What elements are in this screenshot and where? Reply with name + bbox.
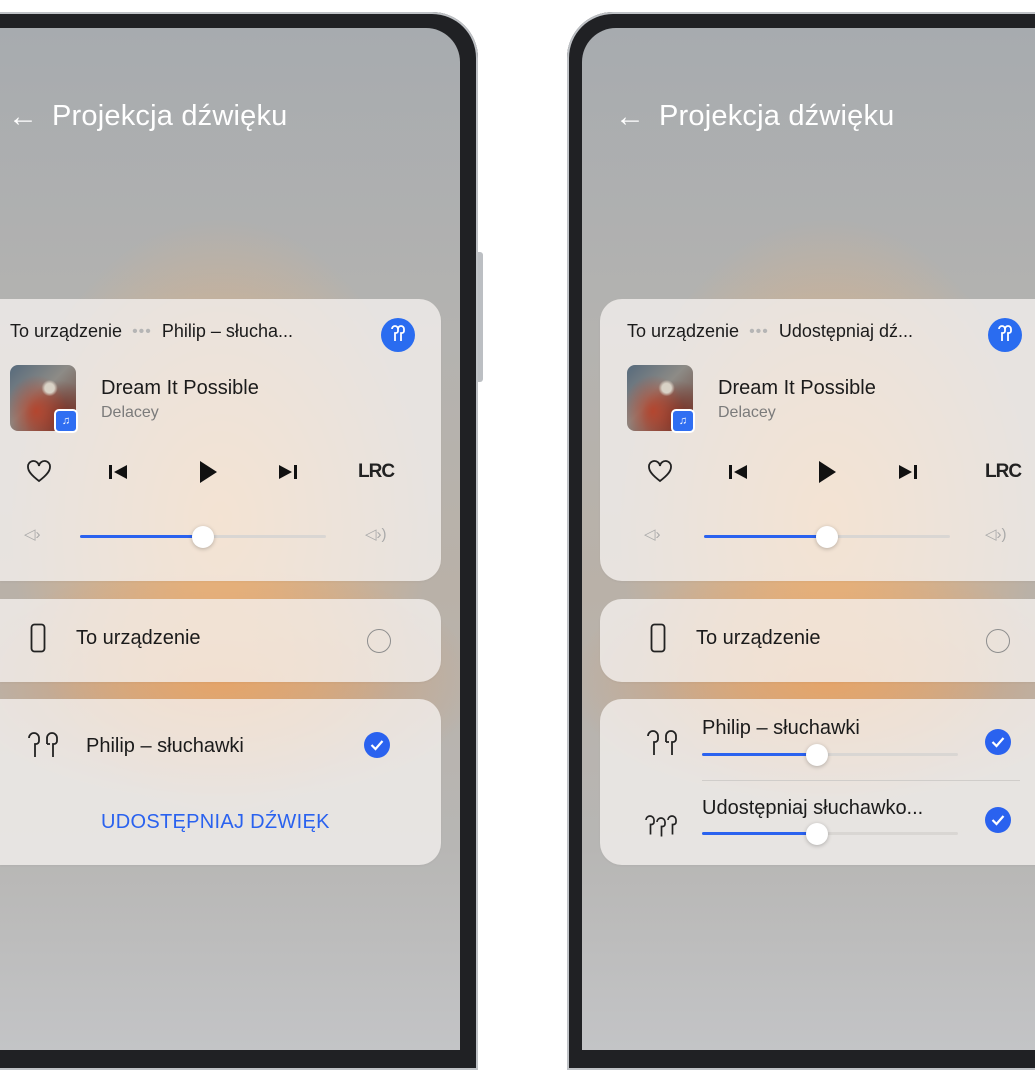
device-shared-row[interactable]: Udostępniaj słuchawko... <box>702 797 923 820</box>
shared-volume-slider[interactable] <box>702 823 958 845</box>
device-headphones-row[interactable]: Philip – słuchawki <box>702 717 860 740</box>
title-bar: ← Projekcja dźwięku <box>8 100 288 133</box>
previous-track-icon[interactable] <box>107 457 129 487</box>
arrow-left-icon[interactable]: ← <box>8 101 38 132</box>
shared-volume-track <box>702 823 958 845</box>
earbuds-icon[interactable] <box>988 318 1022 352</box>
shared-volume-knob[interactable] <box>806 823 829 845</box>
device-headphones-card: Philip – słuchawki UDOSTĘPNIAJ DŹWIĘK <box>0 699 441 865</box>
song-title: Dream It Possible <box>718 377 876 399</box>
album-art[interactable]: ♫ <box>627 365 695 433</box>
device-this-card[interactable]: To urządzenie <box>0 599 441 682</box>
player-card: To urządzenie ••• Udostępniaj dź... ♫ Dr… <box>600 299 1035 581</box>
headphones-volume-knob[interactable] <box>806 744 829 766</box>
route-separator: ••• <box>132 322 152 340</box>
volume-knob[interactable] <box>816 526 838 548</box>
volume-row: ◁› ◁›) <box>0 525 441 548</box>
song-info: Dream It Possible Delacey <box>718 377 876 422</box>
left-phone: ← Projekcja dźwięku To urządzenie ••• Ph… <box>0 0 483 1070</box>
artist-name: Delacey <box>718 404 776 421</box>
device-headphones-label: Philip – słuchawki <box>86 734 244 757</box>
device-this-label: To urządzenie <box>696 626 821 649</box>
device-headphones-row[interactable]: Philip – słuchawki <box>26 731 244 761</box>
screen: ← Projekcja dźwięku To urządzenie ••• Ph… <box>0 28 460 1050</box>
heart-icon[interactable] <box>26 457 52 487</box>
play-icon[interactable] <box>197 457 219 487</box>
volume-fill <box>704 535 827 538</box>
earbuds-icon[interactable] <box>381 318 415 352</box>
route-to: Philip – słucha... <box>161 321 293 341</box>
phone-icon <box>30 623 46 653</box>
divider <box>702 780 1020 781</box>
device-this-radio[interactable] <box>367 629 391 653</box>
volume-row: ◁› ◁›) <box>600 525 1035 548</box>
route-line: To urządzenie ••• Philip – słucha... <box>10 321 293 342</box>
headphones-volume-slider[interactable] <box>702 744 958 766</box>
previous-track-icon[interactable] <box>727 457 749 487</box>
next-track-icon[interactable] <box>897 457 919 487</box>
playback-controls: LRC <box>600 457 1035 487</box>
checkmark-icon[interactable] <box>985 807 1011 833</box>
page-title: Projekcja dźwięku <box>659 100 895 132</box>
route-to: Udostępniaj dź... <box>778 321 913 341</box>
title-bar: ← Projekcja dźwięku <box>615 100 895 133</box>
device-this-row: To urządzenie <box>650 623 821 653</box>
volume-fill <box>80 535 203 538</box>
lyrics-button[interactable]: LRC <box>358 457 395 487</box>
volume-knob[interactable] <box>192 526 214 548</box>
page-title: Projekcja dźwięku <box>52 100 288 132</box>
shared-volume-fill <box>702 832 818 835</box>
artist-name: Delacey <box>101 404 159 421</box>
headphones-volume-track <box>702 744 958 766</box>
next-track-icon[interactable] <box>277 457 299 487</box>
volume-low-icon: ◁› <box>24 526 41 543</box>
side-button <box>478 252 483 382</box>
volume-high-icon: ◁›) <box>985 526 1007 543</box>
music-app-icon: ♫ <box>671 409 695 433</box>
checkmark-icon[interactable] <box>364 732 390 758</box>
headphones-volume-fill <box>702 753 818 756</box>
route-from: To urządzenie <box>10 321 123 341</box>
music-app-icon: ♫ <box>54 409 78 433</box>
volume-low-icon: ◁› <box>644 526 661 543</box>
device-this-card[interactable]: To urządzenie <box>600 599 1035 682</box>
volume-high-icon: ◁›) <box>365 526 387 543</box>
route-from: To urządzenie <box>627 321 740 341</box>
route-line: To urządzenie ••• Udostępniaj dź... <box>627 321 913 342</box>
checkmark-icon[interactable] <box>985 729 1011 755</box>
player-card: To urządzenie ••• Philip – słucha... ♫ D… <box>0 299 441 581</box>
earbuds-icon <box>647 730 677 755</box>
device-this-row: To urządzenie <box>30 623 201 653</box>
volume-slider[interactable] <box>80 526 326 548</box>
lyrics-button[interactable]: LRC <box>985 457 1022 487</box>
play-icon[interactable] <box>816 457 838 487</box>
device-shared-label: Udostępniaj słuchawko... <box>702 797 924 819</box>
arrow-left-icon[interactable]: ← <box>615 101 645 132</box>
song-title: Dream It Possible <box>101 377 259 399</box>
heart-icon[interactable] <box>647 457 673 487</box>
album-art[interactable]: ♫ <box>10 365 78 433</box>
device-this-label: To urządzenie <box>76 626 201 649</box>
share-audio-button[interactable]: UDOSTĘPNIAJ DŹWIĘK <box>101 811 330 834</box>
playback-controls: LRC <box>0 457 441 487</box>
device-headphones-label: Philip – słuchawki <box>702 717 860 739</box>
shared-earbuds-icon <box>645 815 677 837</box>
song-info: Dream It Possible Delacey <box>101 377 259 422</box>
screen: ← Projekcja dźwięku To urządzenie ••• Ud… <box>582 28 1035 1050</box>
route-separator: ••• <box>749 322 769 340</box>
phone-icon <box>650 623 666 653</box>
device-this-radio[interactable] <box>986 629 1010 653</box>
earbuds-icon <box>28 732 58 757</box>
device-headphones-card: Philip – słuchawki Udostępniaj słuchawko… <box>600 699 1035 865</box>
right-phone: ← Projekcja dźwięku To urządzenie ••• Ud… <box>567 0 1035 1070</box>
volume-slider[interactable] <box>704 526 950 548</box>
